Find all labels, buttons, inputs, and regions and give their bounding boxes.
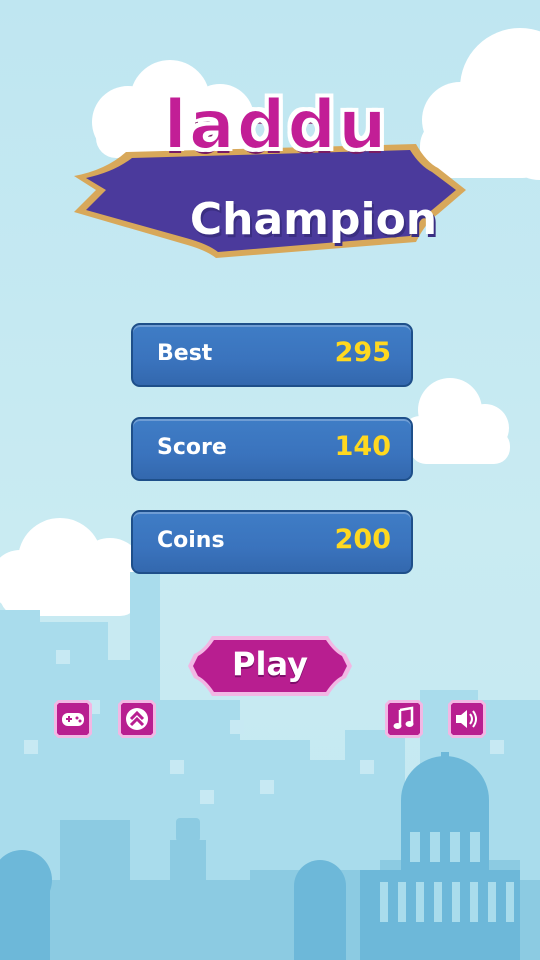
logo-title-laddu: laddu	[163, 85, 389, 166]
score-panel: Score 140	[131, 417, 413, 481]
rank-up-button[interactable]	[116, 698, 158, 740]
controller-button[interactable]	[52, 698, 94, 740]
score-label: Score	[157, 435, 227, 460]
best-label: Best	[157, 341, 213, 366]
gamepad-icon	[54, 700, 92, 738]
coins-panel: Coins 200	[131, 510, 413, 574]
score-value: 140	[334, 431, 391, 462]
logo-title-champion: Champion	[189, 194, 438, 245]
best-score-panel: Best 295	[131, 323, 413, 387]
game-logo: laddu Champion	[66, 82, 476, 267]
play-label: Play	[232, 645, 308, 683]
best-value: 295	[334, 337, 391, 368]
music-note-icon	[385, 700, 423, 738]
coins-value: 200	[334, 524, 391, 555]
music-button[interactable]	[383, 698, 425, 740]
coins-label: Coins	[157, 528, 225, 553]
speaker-icon	[448, 700, 486, 738]
sound-button[interactable]	[446, 698, 488, 740]
chevron-up-double-icon	[118, 700, 156, 738]
play-button[interactable]: Play	[186, 630, 354, 702]
